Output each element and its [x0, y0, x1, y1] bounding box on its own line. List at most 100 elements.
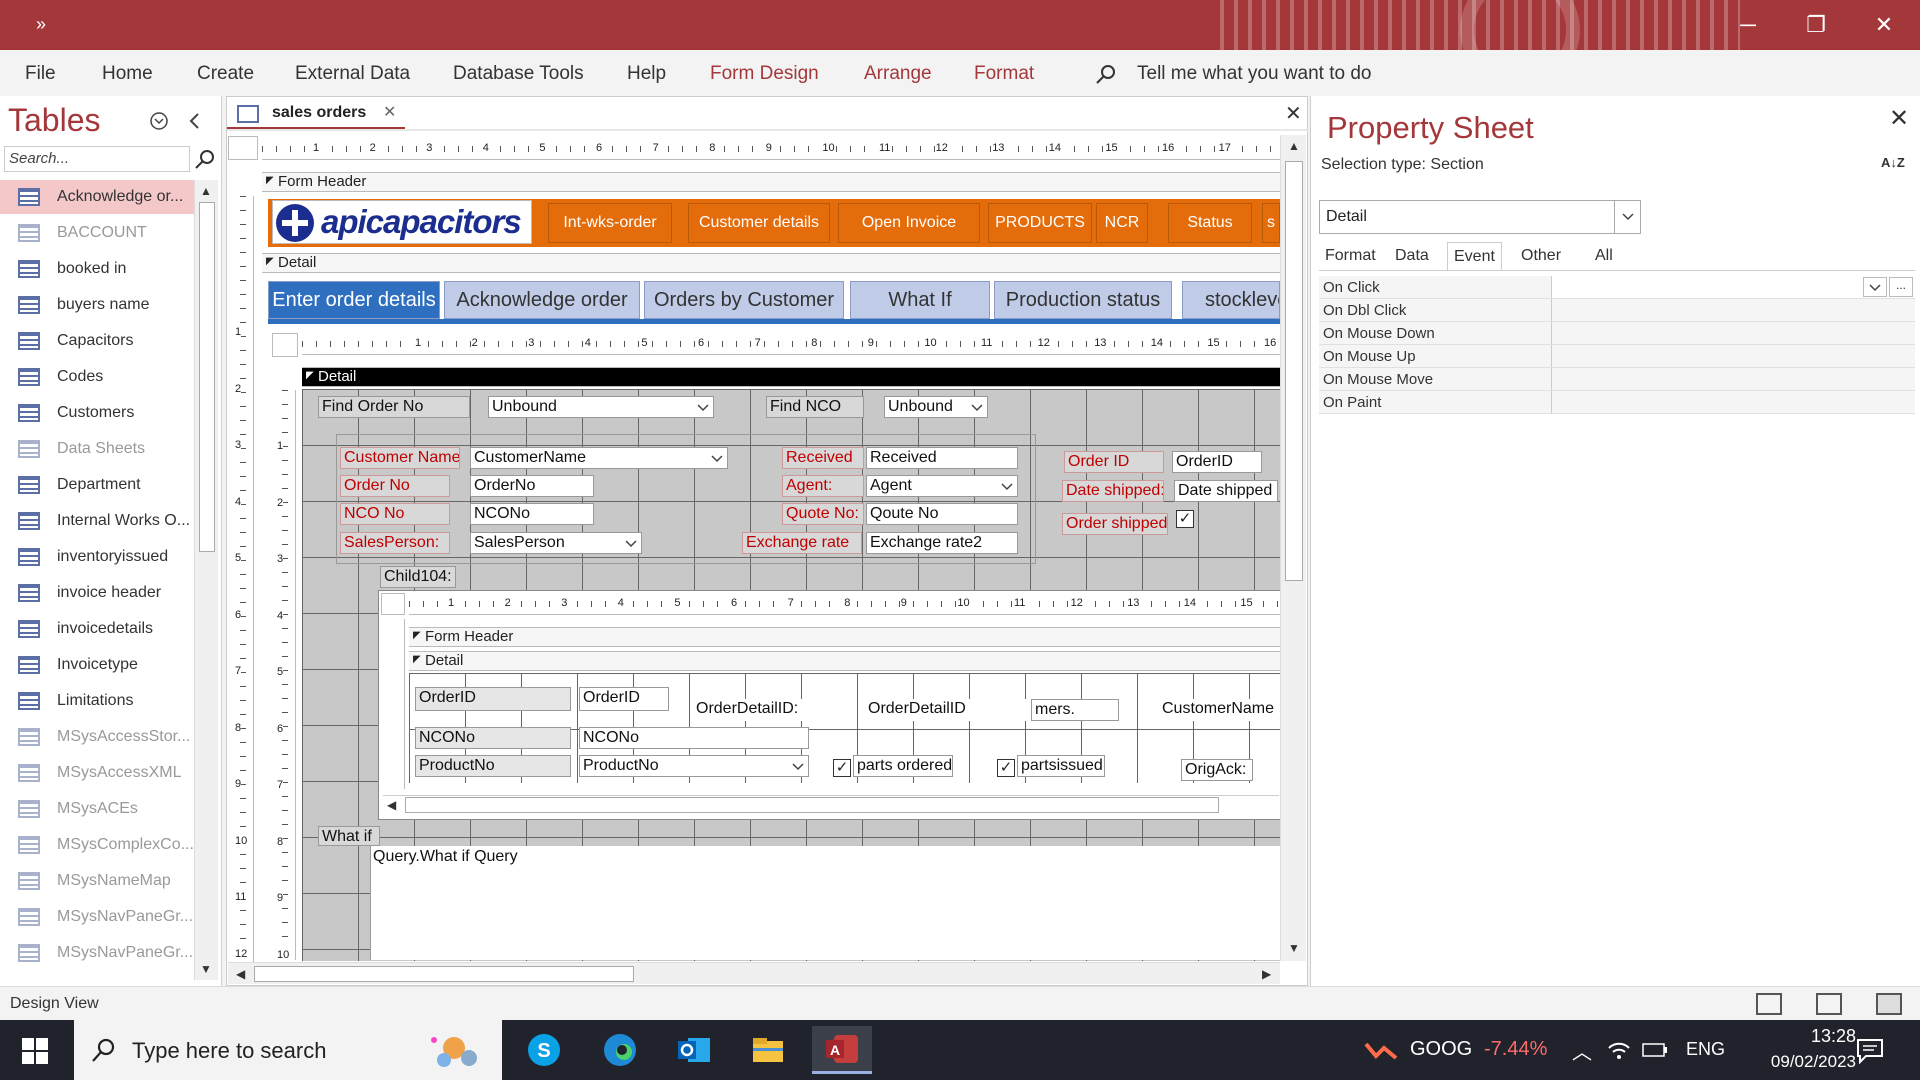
scroll-left-icon[interactable]: ◀ [236, 967, 245, 981]
file-explorer-icon[interactable] [738, 1026, 798, 1074]
stock-name[interactable]: GOOG [1410, 1038, 1472, 1061]
nav-table-item[interactable]: Department [0, 468, 194, 502]
tab-database-tools[interactable]: Database Tools [453, 63, 584, 85]
salesperson-combo[interactable]: SalesPerson [470, 532, 642, 554]
nav-table-item[interactable]: inventoryissued [0, 540, 194, 574]
subform-label[interactable]: Child104: [380, 566, 456, 588]
document-horizontal-scrollbar[interactable]: ◀ ▶ [228, 962, 1280, 984]
find-nco-combo[interactable]: Unbound [884, 396, 988, 418]
skype-icon[interactable]: S [514, 1026, 574, 1074]
sub-productno-combo[interactable]: ProductNo [579, 755, 809, 777]
partsissued-label[interactable]: partsissued [1017, 755, 1105, 777]
nav-table-item[interactable]: MSysAccessXML [0, 756, 194, 790]
nav-table-item[interactable]: Codes [0, 360, 194, 394]
battery-icon[interactable] [1642, 1042, 1668, 1058]
windows-start-icon[interactable] [22, 1038, 48, 1064]
property-value[interactable] [1551, 345, 1915, 367]
property-value[interactable] [1551, 391, 1915, 413]
document-vertical-scrollbar[interactable]: ▲ ▼ [1280, 135, 1306, 961]
property-row[interactable]: On Paint [1319, 391, 1915, 414]
date-shipped-label[interactable]: Date shipped: [1062, 480, 1164, 502]
sub-orderid-field[interactable]: OrderID [579, 687, 669, 711]
property-value[interactable]: ... [1551, 276, 1915, 298]
sub-orderdetailid-label[interactable]: OrderDetailID: [693, 699, 803, 721]
nav-table-item[interactable]: Internal Works O... [0, 504, 194, 538]
quote-no-label[interactable]: Quote No: [782, 503, 864, 525]
nav-table-item[interactable]: Invoicetype [0, 648, 194, 682]
partsissued-checkbox[interactable]: ✓ [997, 759, 1015, 777]
form-view-icon[interactable] [1756, 993, 1782, 1015]
tab-external-data[interactable]: External Data [295, 63, 410, 85]
nav-table-item[interactable]: invoice header [0, 576, 194, 610]
chevron-down-icon[interactable] [790, 758, 806, 774]
order-shipped-label[interactable]: Order shipped [1062, 513, 1168, 535]
salesperson-label[interactable]: SalesPerson: [340, 532, 450, 554]
close-button[interactable]: ✕ [1850, 0, 1918, 50]
stock-chart-icon[interactable] [1364, 1038, 1398, 1062]
nav-table-item[interactable]: MSysComplexCo... [0, 828, 194, 862]
sub-orderdetailid-field[interactable]: OrderDetailID [865, 699, 1039, 721]
order-details-subform[interactable]: 1 2 3 4 5 6 7 8 9 10 11 12 13 14 15 ◤ Form Header ◤ Deta… [378, 590, 1282, 820]
inner-ruler-corner[interactable] [272, 333, 298, 357]
prop-tab-other[interactable]: Other [1515, 242, 1567, 270]
nav-table-item[interactable]: buyers name [0, 288, 194, 322]
sub-customername-field[interactable]: CustomerName [1159, 699, 1281, 721]
sub-nco-label[interactable]: NCONo [415, 727, 571, 749]
customer-name-combo[interactable]: CustomerName [470, 447, 728, 469]
nav-table-item[interactable]: Capacitors [0, 324, 194, 358]
received-field[interactable]: Received [866, 447, 1018, 469]
products-button[interactable]: PRODUCTS [988, 203, 1092, 243]
open-invoice-button[interactable]: Open Invoice [838, 203, 980, 243]
find-nco-label[interactable]: Find NCO [766, 396, 864, 418]
prop-tab-format[interactable]: Format [1319, 242, 1382, 270]
quick-access-toolbar-icon[interactable]: » [36, 14, 46, 35]
prop-tab-all[interactable]: All [1589, 242, 1619, 270]
chevron-down-icon[interactable] [1863, 277, 1887, 297]
exchange-rate-label[interactable]: Exchange rate [742, 532, 862, 554]
design-view-icon[interactable] [1876, 993, 1902, 1015]
tab-arrange[interactable]: Arrange [864, 63, 932, 85]
nav-pane-menu-icon[interactable] [148, 110, 170, 137]
tab-form-design[interactable]: Form Design [710, 63, 819, 85]
tab-stocklevel[interactable]: stocklevel [1182, 281, 1280, 319]
nav-table-item[interactable]: booked in [0, 252, 194, 286]
subform-scroll-thumb[interactable] [405, 797, 1219, 813]
chevron-down-icon[interactable] [709, 450, 725, 466]
status-button[interactable]: Status [1168, 203, 1252, 243]
tab-orders-by-customer[interactable]: Orders by Customer [644, 281, 844, 319]
ruler-corner[interactable] [228, 136, 258, 160]
sub-nco-field[interactable]: NCONo [579, 727, 809, 749]
parts-ordered-checkbox[interactable]: ✓ [833, 759, 851, 777]
nco-no-field[interactable]: NCONo [470, 503, 594, 525]
customer-name-label[interactable]: Customer Name [340, 447, 460, 469]
chevron-down-icon[interactable] [1614, 201, 1640, 233]
inner-detail-bar[interactable]: ◤ Detail [302, 367, 1280, 387]
language-indicator[interactable]: ENG [1686, 1039, 1725, 1060]
what-if-label[interactable]: What if [318, 826, 380, 846]
property-value[interactable] [1551, 322, 1915, 344]
sub-productno-label[interactable]: ProductNo [415, 755, 571, 777]
chevron-down-icon[interactable] [969, 399, 985, 415]
property-row[interactable]: On Dbl Click [1319, 299, 1915, 322]
nav-table-item[interactable]: Limitations [0, 684, 194, 718]
chevron-down-icon[interactable] [999, 478, 1015, 494]
chevron-up-icon[interactable]: ︿ [1572, 1036, 1592, 1065]
company-logo[interactable]: apicapacitors [272, 200, 532, 244]
nav-table-item[interactable]: Acknowledge or... [0, 180, 194, 214]
property-row[interactable]: On Click... [1319, 276, 1915, 299]
exchange-rate-field[interactable]: Exchange rate2 [866, 532, 1018, 554]
detail-section-bar[interactable]: ◤ Detail [262, 253, 1280, 273]
subform-header-bar[interactable]: ◤ Form Header [409, 627, 1281, 647]
close-tab-icon[interactable]: ✕ [383, 102, 396, 122]
agent-combo[interactable]: Agent [866, 475, 1018, 497]
horizontal-scroll-thumb[interactable] [254, 966, 634, 982]
subform-hscroll[interactable]: ◀ [383, 795, 1279, 815]
notifications-icon[interactable] [1856, 1038, 1884, 1064]
subform-detail-bar[interactable]: ◤ Detail [409, 651, 1281, 671]
clock-date[interactable]: 09/02/2023 [1736, 1052, 1856, 1072]
scroll-left-icon[interactable]: ◀ [387, 798, 396, 812]
scroll-up-icon[interactable]: ▲ [200, 184, 212, 198]
find-order-label[interactable]: Find Order No [318, 396, 470, 418]
stock-change[interactable]: -7.44% [1484, 1038, 1547, 1061]
date-shipped-field[interactable]: Date shipped [1174, 480, 1278, 502]
